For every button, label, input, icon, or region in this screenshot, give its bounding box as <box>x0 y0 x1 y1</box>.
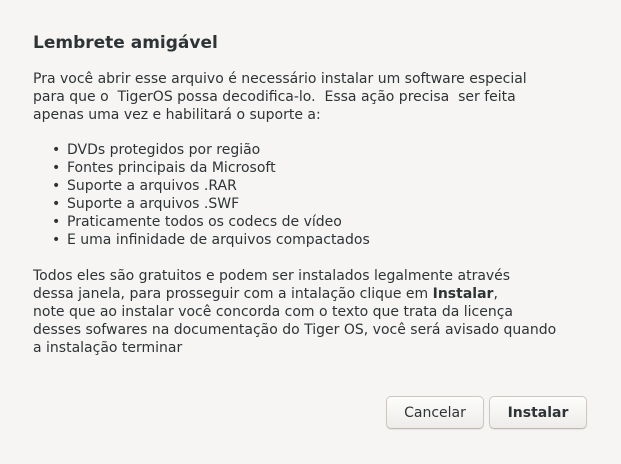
outro-line: Todos eles são gratuitos e podem ser ins… <box>33 268 511 284</box>
feature-list: • DVDs protegidos por região • Fontes prin… <box>33 141 370 249</box>
bullet-icon: • <box>52 142 61 158</box>
dialog-title: Lembrete amigável <box>33 33 218 53</box>
intro-text: Pra você abrir esse arquivo é necessário… <box>33 70 593 124</box>
bullet-icon: • <box>52 160 61 176</box>
list-item: • DVDs protegidos por região <box>33 141 370 159</box>
bullet-icon: • <box>52 178 61 194</box>
cancel-button[interactable]: Cancelar <box>386 396 484 429</box>
feature-label: Fontes principais da Microsoft <box>67 160 276 176</box>
feature-label: Praticamente todos os codecs de vídeo <box>67 214 342 230</box>
list-item: • Suporte a arquivos .RAR <box>33 177 370 195</box>
install-button[interactable]: Instalar <box>489 396 587 429</box>
bullet-icon: • <box>52 214 61 230</box>
outro-text: Todos eles são gratuitos e podem ser ins… <box>33 267 603 357</box>
feature-label: E uma infinidade de arquivos compactados <box>67 232 370 248</box>
list-item: • Praticamente todos os codecs de vídeo <box>33 213 370 231</box>
list-item: • Suporte a arquivos .SWF <box>33 195 370 213</box>
friendly-reminder-dialog: Lembrete amigável Pra você abrir esse ar… <box>0 0 621 464</box>
outro-line: dessa janela, para prosseguir com a inta… <box>33 285 603 303</box>
intro-line: para que o TigerOS possa decodifica-lo. … <box>33 89 516 105</box>
intro-line: apenas uma vez e habilitará o suporte a: <box>33 107 321 123</box>
bullet-icon: • <box>52 232 61 248</box>
feature-label: Suporte a arquivos .RAR <box>67 178 237 194</box>
install-emphasis: Instalar <box>432 286 494 302</box>
outro-line: a instalação terminar <box>33 340 183 356</box>
outro-line: note que ao instalar você concorda com o… <box>33 304 513 320</box>
feature-label: DVDs protegidos por região <box>67 142 261 158</box>
outro-line: desses sofwares na documentação do Tiger… <box>33 322 557 338</box>
list-item: • E uma infinidade de arquivos compactado… <box>33 231 370 249</box>
outro-text-segment: dessa janela, para prosseguir com a inta… <box>33 286 433 302</box>
list-item: • Fontes principais da Microsoft <box>33 159 370 177</box>
intro-line: Pra você abrir esse arquivo é necessário… <box>33 71 527 87</box>
bullet-icon: • <box>52 196 61 212</box>
outro-text-segment: , <box>493 286 498 302</box>
feature-label: Suporte a arquivos .SWF <box>67 196 240 212</box>
